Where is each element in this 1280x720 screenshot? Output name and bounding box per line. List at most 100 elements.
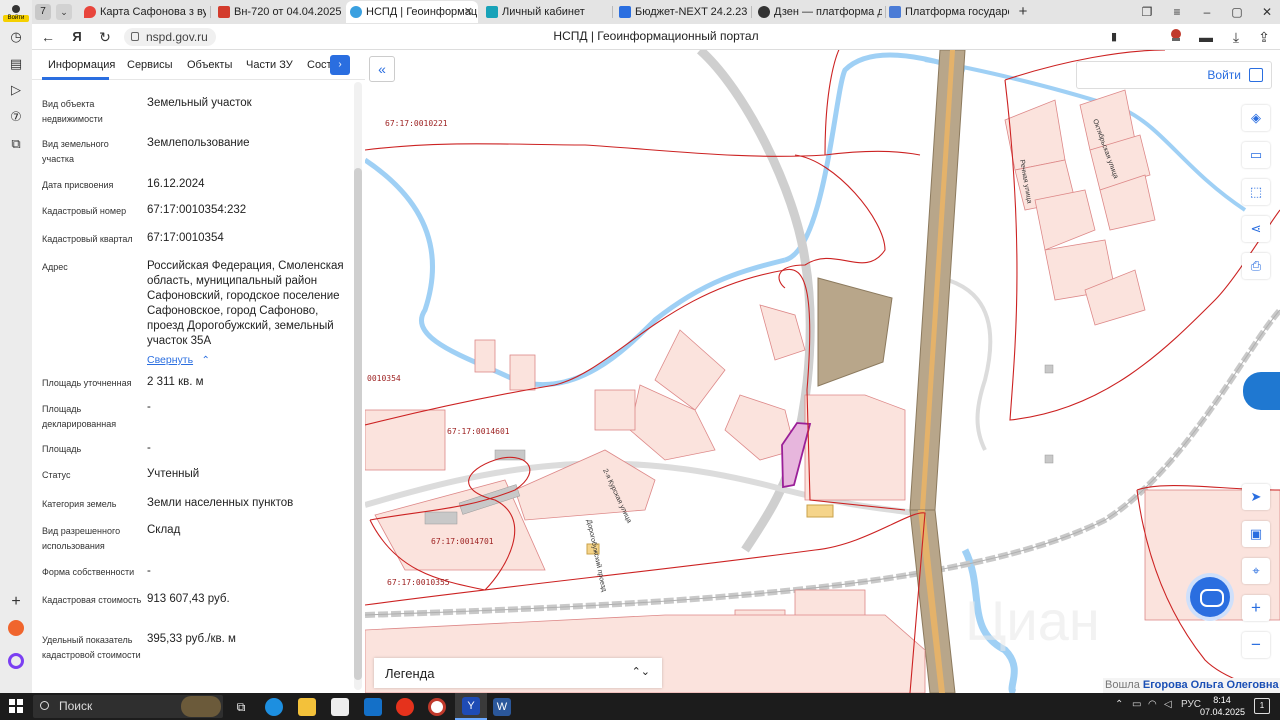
login-label: Войти <box>1207 68 1241 82</box>
label-area-declared: Площадь декларированная <box>42 404 117 429</box>
active-yandex-app[interactable]: Y <box>455 693 487 720</box>
zoom-in-icon[interactable]: + <box>1242 595 1270 621</box>
map-view[interactable]: 67:17:0010221 0010354 67:17:0014601 67:1… <box>365 50 1280 693</box>
chat-icon[interactable] <box>1190 577 1230 617</box>
yandex-browser-icon[interactable] <box>396 698 414 716</box>
task-view-icon[interactable]: ⧉ <box>232 698 250 716</box>
tab-budget[interactable]: Бюджет-NEXT 24.2.232.3 <box>615 1 747 23</box>
logged-in-status: Вошла Егорова Ольга Олеговна <box>1103 678 1280 693</box>
browser-sidebar: Войти ◷ ▤ ▷ ⑦ ⧉ + <box>0 0 32 693</box>
tab-objects[interactable]: Объекты <box>187 59 232 71</box>
windows-start-icon[interactable] <box>9 699 23 713</box>
add-icon[interactable]: + <box>6 592 26 612</box>
tab-services[interactable]: Сервисы <box>127 59 173 71</box>
maximize-icon[interactable]: ▢ <box>1228 3 1246 21</box>
label-cadastral-value: Кадастровая стоимость <box>42 595 142 605</box>
collections-icon[interactable]: ▤ <box>6 54 26 74</box>
ruler-icon[interactable]: ▭ <box>1242 142 1270 168</box>
cast-icon[interactable]: ▬ <box>1196 27 1216 47</box>
app-orange-icon[interactable] <box>8 620 24 636</box>
zoom-out-icon[interactable]: − <box>1242 632 1270 658</box>
tab-nspd[interactable]: НСПД | Геоинформац ✕ <box>346 1 478 23</box>
minimap-icon[interactable]: ▣ <box>1242 521 1270 547</box>
label-date: Дата присвоения <box>42 180 114 190</box>
geolocation-icon[interactable]: ➤ <box>1242 484 1270 510</box>
lock-icon <box>131 32 139 41</box>
layers-icon[interactable]: ◈ <box>1242 105 1270 131</box>
login-button[interactable]: Войти <box>1076 61 1272 89</box>
extension-icon[interactable] <box>1166 27 1186 47</box>
tray-network-icon[interactable]: ▭ <box>1132 699 1141 710</box>
share-map-icon[interactable]: ⋖ <box>1242 216 1270 242</box>
value-area: - <box>147 442 151 454</box>
download-icon[interactable]: ⤓ <box>1226 27 1246 47</box>
label-area-specified: Площадь уточненная <box>42 378 132 388</box>
back-icon[interactable]: ← <box>38 27 58 47</box>
outlook-icon[interactable] <box>364 698 382 716</box>
map-canvas[interactable]: 67:17:0010221 0010354 67:17:0014601 67:1… <box>365 50 1280 693</box>
taskbar-search[interactable]: Поиск <box>33 695 223 718</box>
media-icon[interactable]: ▷ <box>6 80 26 100</box>
store-icon[interactable] <box>331 698 349 716</box>
tab-counter[interactable]: 7 <box>35 4 51 20</box>
notification-icon[interactable]: 1 <box>1254 698 1270 714</box>
street-label-dorogobuzh: Дорогобужский проезд <box>585 519 608 593</box>
print-icon[interactable]: ⎙ <box>1242 253 1270 279</box>
collapse-panel-icon[interactable]: « <box>369 56 395 82</box>
info-panel: Информация Сервисы Объекты Части ЗУ Сост… <box>32 50 365 693</box>
value-object-type: Земельный участок <box>147 97 252 109</box>
edge-icon[interactable] <box>265 698 283 716</box>
menu-icon[interactable]: ≡ <box>1168 3 1186 21</box>
tab-dzen[interactable]: Дзен — платформа для п <box>754 1 882 23</box>
label-cadastral-number: Кадастровый номер <box>42 206 127 216</box>
tabs-overview-icon[interactable]: ❐ <box>1138 3 1156 21</box>
select-area-icon[interactable]: ⬚ <box>1242 179 1270 205</box>
word-icon[interactable]: W <box>493 698 511 716</box>
tab-label: Дзен — платформа для п <box>774 6 882 18</box>
label-address: Адрес <box>42 262 68 272</box>
label-object-type: Вид объекта недвижимости <box>42 99 103 124</box>
tab-information[interactable]: Информация <box>48 59 115 71</box>
new-tab-icon[interactable]: + <box>1014 3 1032 21</box>
bookmark-icon[interactable]: ▮ <box>1104 27 1124 47</box>
legend-dropdown[interactable]: Легенда ⌃⌄ <box>374 658 662 688</box>
collapse-address-link[interactable]: Свернуть ⌃ <box>147 350 210 368</box>
tab-safonov-map[interactable]: Карта Сафонова з вулиц <box>80 1 206 23</box>
value-cadastral-block: 67:17:0010354 <box>147 232 224 244</box>
search-location-icon[interactable]: ⌖ <box>1242 558 1270 584</box>
profile-login-label[interactable]: Войти <box>3 15 29 22</box>
reload-icon[interactable]: ↻ <box>95 27 115 47</box>
tab-composition[interactable]: Соста <box>307 59 331 71</box>
history-icon[interactable]: ◷ <box>6 27 26 47</box>
minimize-icon[interactable]: – <box>1198 3 1216 21</box>
tabs-next-icon[interactable]: › <box>330 55 350 75</box>
tab-parts[interactable]: Части ЗУ <box>246 59 293 71</box>
share-icon[interactable]: ⇪ <box>1254 27 1274 47</box>
tab-gosplatform[interactable]: Платформа государстве <box>885 1 1009 23</box>
url-field[interactable]: nspd.gov.ru <box>124 28 216 46</box>
language-indicator[interactable]: РУС <box>1181 699 1201 710</box>
active-tab-indicator <box>42 77 109 80</box>
explorer-icon[interactable] <box>298 698 316 716</box>
screenshot-icon[interactable]: ⧉ <box>6 134 26 154</box>
map-label-block-0010355: 67:17:0010355 <box>387 578 450 587</box>
tab-label: НСПД | Геоинформац <box>366 6 478 18</box>
tab-vn720[interactable]: Вн-720 от 04.04.2025 Адм <box>214 1 342 23</box>
tray-chevron-icon[interactable]: ⌃ <box>1115 699 1123 710</box>
tab-cabinet[interactable]: Личный кабинет <box>482 1 608 23</box>
clock-date: 07.04.2025 <box>1200 707 1246 717</box>
scrollbar-thumb[interactable] <box>354 168 362 680</box>
close-window-icon[interactable]: ✕ <box>1258 3 1276 21</box>
app-icon[interactable] <box>428 698 446 716</box>
clock[interactable]: 8:14 07.04.2025 <box>1200 694 1246 718</box>
alice-icon[interactable] <box>8 653 24 669</box>
yandex-icon[interactable]: Я <box>67 27 87 47</box>
label-cadastral-block: Кадастровый квартал <box>42 234 133 244</box>
assistant-logo-icon[interactable] <box>1243 372 1280 410</box>
cabinet-icon <box>486 6 498 18</box>
tray-wifi-icon[interactable]: ◠ <box>1148 699 1157 710</box>
close-tab-icon[interactable]: ✕ <box>464 1 473 23</box>
apps-icon[interactable]: ⑦ <box>6 107 26 127</box>
tabs-menu-chevron-icon[interactable]: ⌄ <box>56 4 72 20</box>
tray-volume-icon[interactable]: ◁ <box>1164 699 1172 710</box>
